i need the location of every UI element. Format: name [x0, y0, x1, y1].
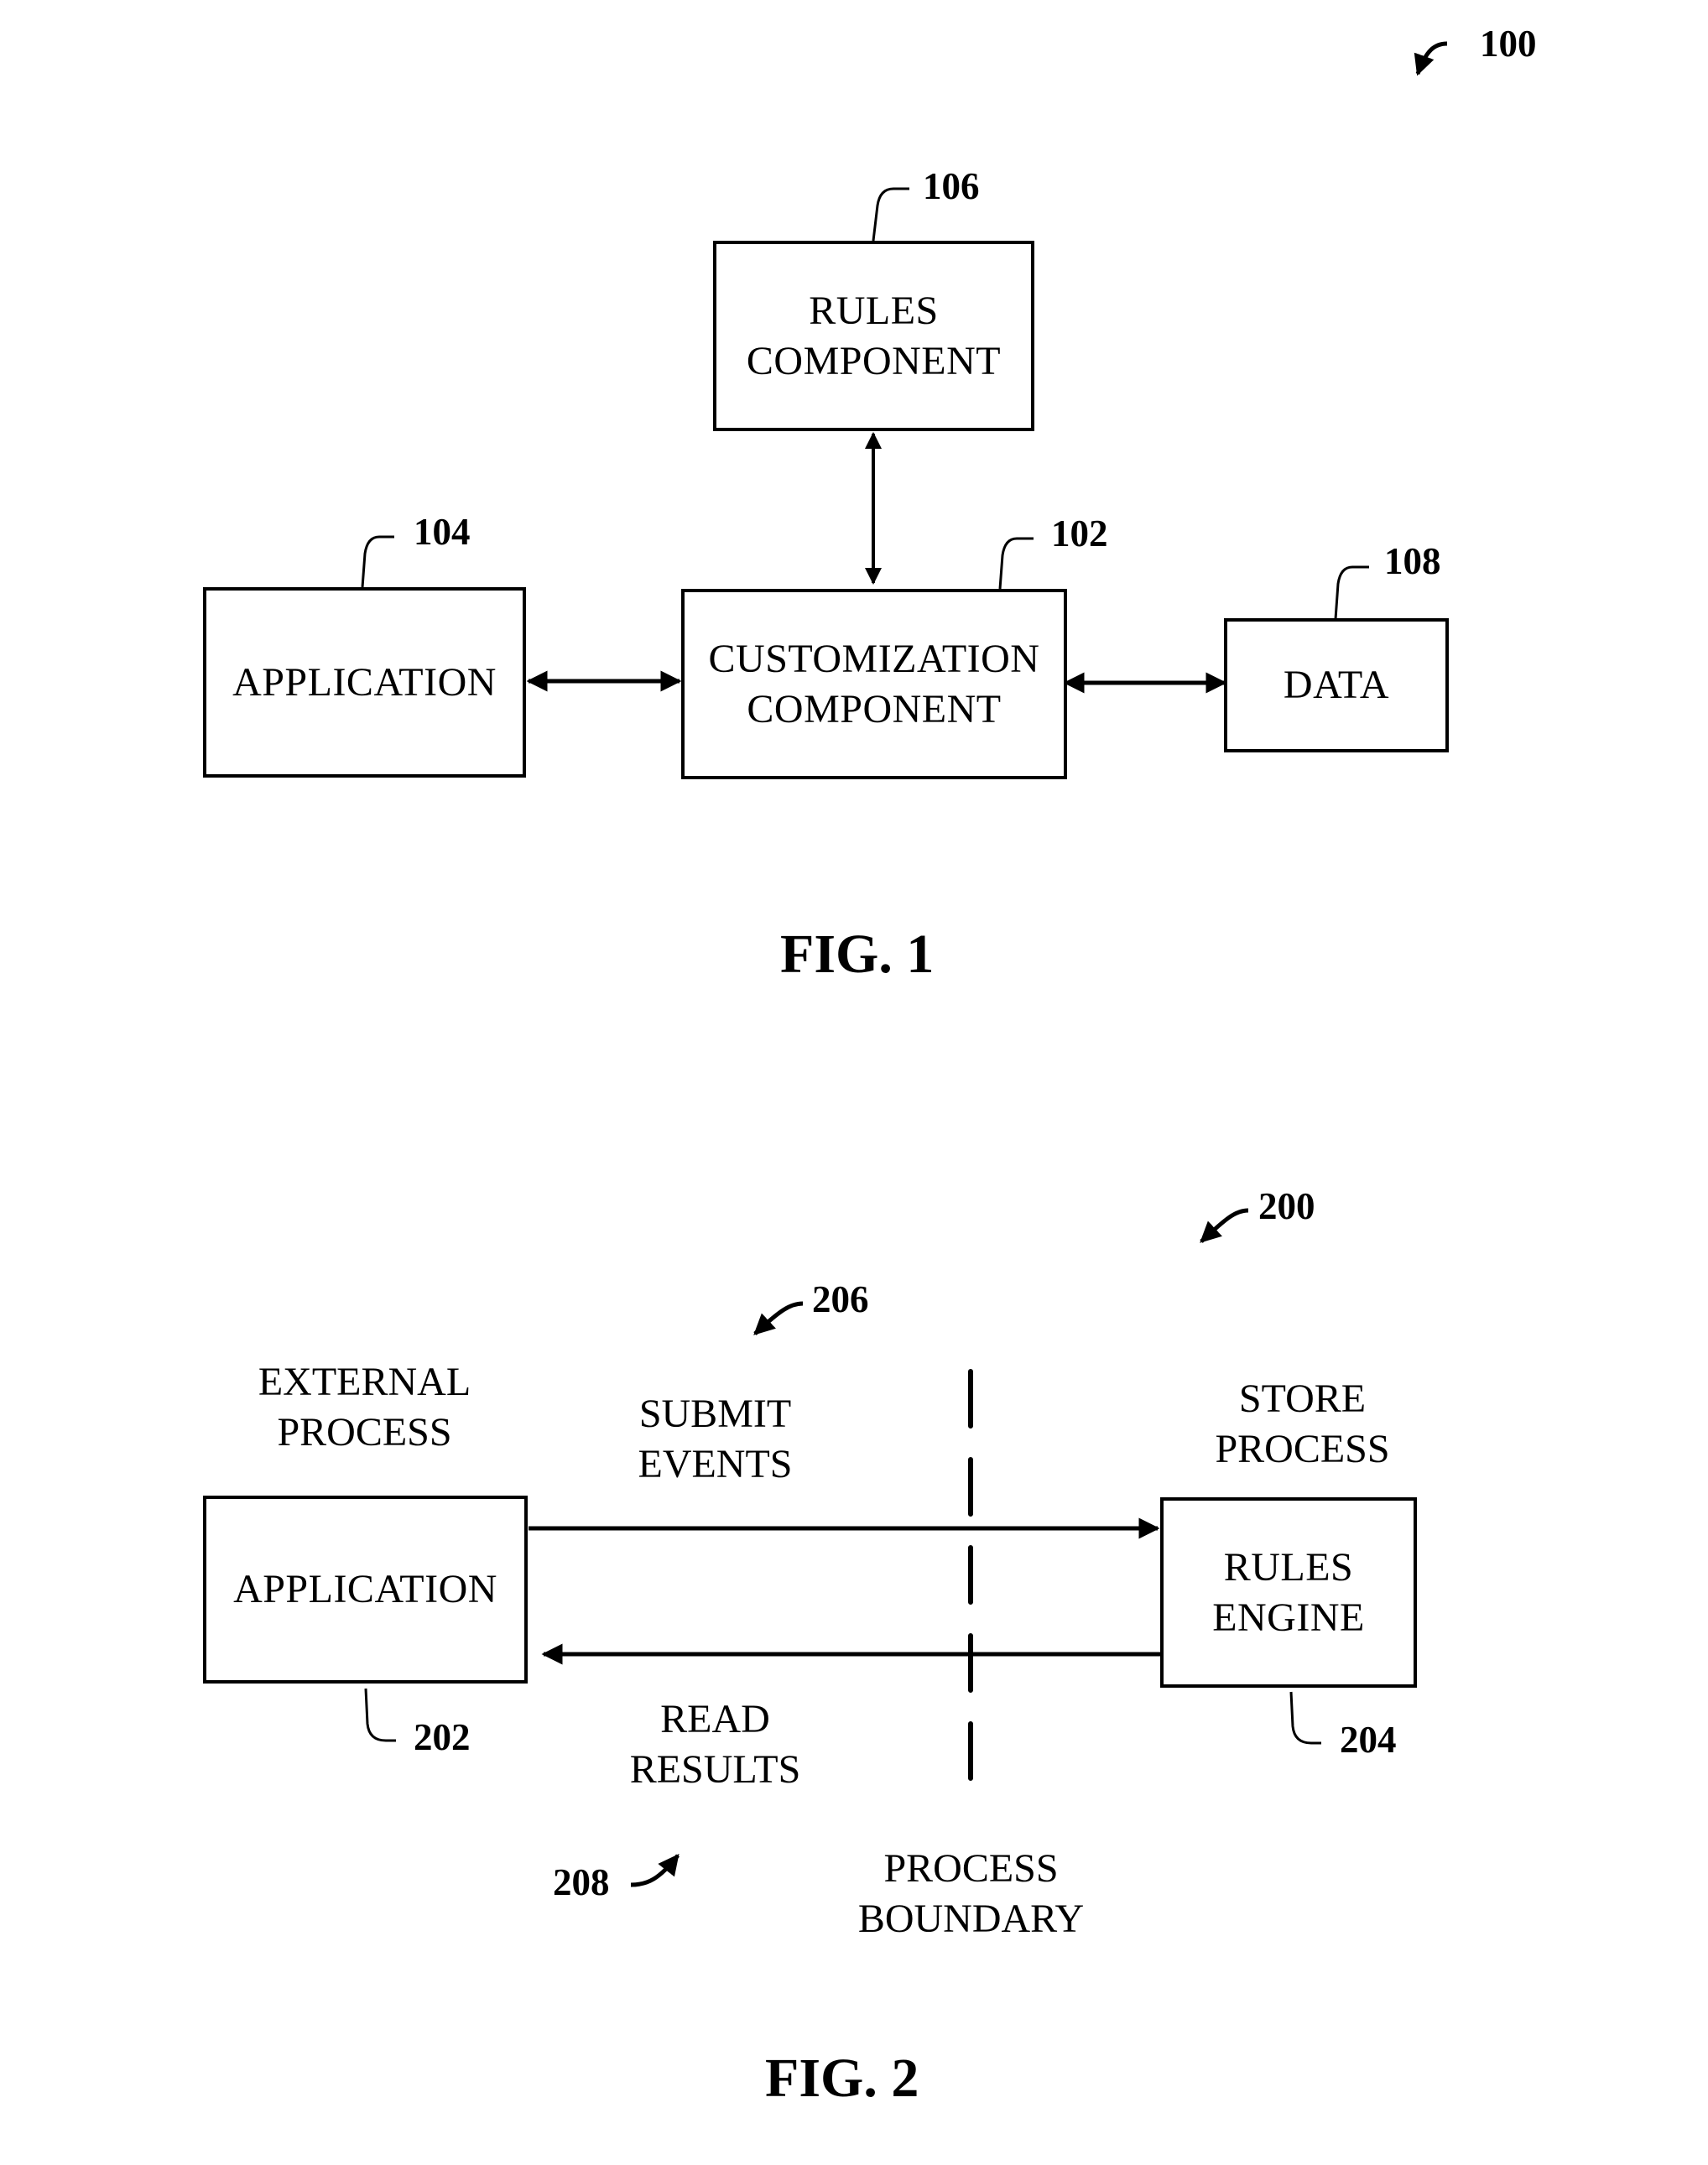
read-results-line2: RESULTS — [629, 1747, 801, 1792]
rules-component-box: RULES COMPONENT — [713, 241, 1034, 431]
data-label: DATA — [1283, 663, 1390, 707]
rules-engine-ref: 204 — [1340, 1719, 1397, 1761]
fig2-ref-number: 200 — [1258, 1185, 1315, 1227]
rules-engine-box: RULES ENGINE — [1160, 1497, 1417, 1688]
leader-104 — [361, 535, 394, 588]
fig2-application-ref: 202 — [414, 1716, 471, 1758]
process-boundary-label: PROCESS BOUNDARY — [831, 1844, 1112, 1944]
submit-events-ref: 206 — [812, 1278, 869, 1320]
submit-events-line1: SUBMIT — [638, 1392, 792, 1436]
external-process-label: EXTERNAL PROCESS — [203, 1357, 526, 1458]
submit-events-label: SUBMIT EVENTS — [587, 1389, 843, 1490]
rules-engine-label-line1: RULES — [1223, 1544, 1354, 1590]
submit-events-line2: EVENTS — [638, 1442, 793, 1486]
customization-component-box: CUSTOMIZATION COMPONENT — [681, 589, 1067, 779]
application-ref: 104 — [414, 511, 471, 553]
fig2-caption: FIG. 2 — [765, 2048, 919, 2109]
external-process-line1: EXTERNAL — [258, 1360, 471, 1404]
customization-component-label-line2: COMPONENT — [747, 686, 1002, 731]
store-process-line1: STORE — [1238, 1377, 1367, 1421]
rules-component-label-line2: COMPONENT — [746, 338, 1002, 383]
process-boundary-line2: BOUNDARY — [857, 1897, 1085, 1941]
external-process-line2: PROCESS — [277, 1410, 452, 1455]
leader-108 — [1334, 565, 1369, 620]
fig1-ref-arrow-icon — [1414, 41, 1448, 76]
data-ref: 108 — [1384, 540, 1441, 582]
rules-component-ref: 106 — [923, 165, 980, 207]
read-results-label: READ RESULTS — [587, 1694, 843, 1795]
read-results-ref: 208 — [553, 1861, 610, 1903]
customization-component-label-line1: CUSTOMIZATION — [708, 636, 1040, 681]
leader-106 — [872, 187, 909, 242]
process-boundary-line1: PROCESS — [883, 1846, 1059, 1891]
leader-202 — [364, 1688, 396, 1742]
customization-component-ref: 102 — [1051, 513, 1108, 554]
data-box: DATA — [1224, 618, 1449, 752]
leader-204 — [1289, 1691, 1321, 1745]
fig2-application-box: APPLICATION — [203, 1496, 528, 1684]
fig2-application-label: APPLICATION — [233, 1567, 497, 1611]
read-results-ref-arrow-icon — [630, 1854, 680, 1887]
rules-engine-label-line2: ENGINE — [1212, 1595, 1365, 1640]
rules-component-label-line1: RULES — [809, 288, 939, 333]
application-label: APPLICATION — [232, 659, 497, 705]
read-results-line1: READ — [660, 1697, 770, 1741]
store-process-label: STORE PROCESS — [1162, 1374, 1443, 1475]
fig2-ref-arrow-icon — [1200, 1208, 1249, 1243]
application-box: APPLICATION — [203, 587, 526, 778]
store-process-line2: PROCESS — [1215, 1427, 1390, 1471]
leader-102 — [998, 537, 1034, 590]
fig1-caption: FIG. 1 — [780, 924, 935, 985]
fig1-ref-number: 100 — [1480, 23, 1537, 65]
submit-events-ref-arrow-icon — [753, 1301, 804, 1335]
